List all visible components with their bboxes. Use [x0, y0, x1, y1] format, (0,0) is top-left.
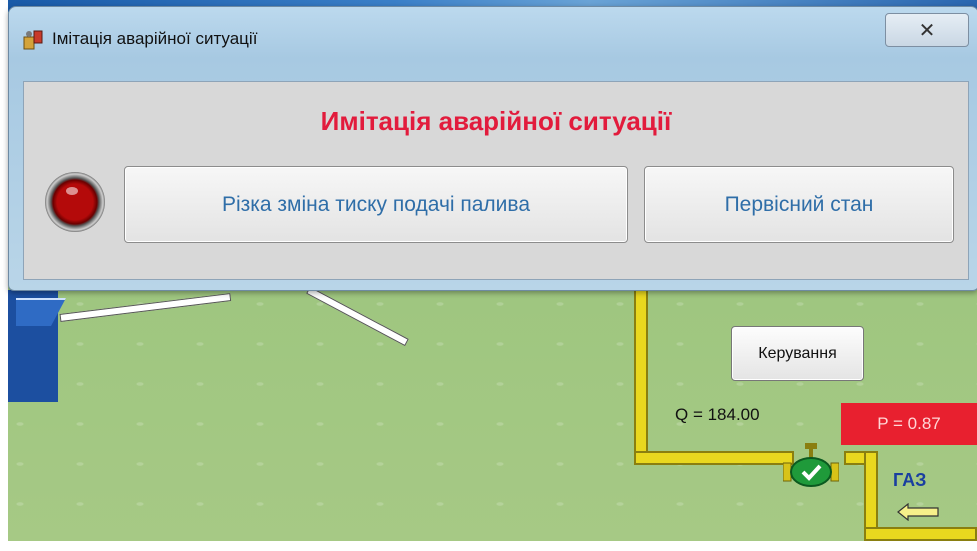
initial-state-button[interactable]: Первісний стан: [644, 166, 954, 243]
flow-arrow-left: [59, 293, 232, 322]
pipe-horizontal: [634, 451, 794, 465]
close-icon: ✕: [918, 19, 936, 42]
flow-readout: Q = 184.00: [675, 405, 760, 424]
status-lamp-icon: [45, 172, 105, 232]
valve-icon[interactable]: [783, 443, 839, 487]
pipe-bottom: [864, 527, 977, 541]
sudden-pressure-change-button[interactable]: Різка зміна тиску подачі палива: [124, 166, 628, 243]
window-title: Імітація аварійної ситуації: [52, 29, 258, 48]
flow-arrow-right: [306, 286, 409, 347]
pressure-readout: P = 0.87: [841, 403, 977, 445]
gas-arrow-icon: [897, 503, 939, 521]
close-button[interactable]: ✕: [885, 13, 969, 47]
title-bar[interactable]: Імітація аварійної ситуації ✕: [9, 7, 977, 71]
blue-tank: [8, 290, 58, 402]
dialog-client-area: Имітація аварійної ситуації Різка зміна …: [23, 81, 969, 280]
dialog-heading: Имітація аварійної ситуації: [320, 106, 672, 136]
pipe-vertical-top: [634, 283, 648, 463]
app-icon: [23, 30, 43, 50]
emergency-dialog: Імітація аварійної ситуації ✕ Имітація а…: [8, 6, 977, 291]
control-button[interactable]: Керування: [731, 326, 864, 381]
gas-label: ГАЗ: [893, 470, 927, 490]
